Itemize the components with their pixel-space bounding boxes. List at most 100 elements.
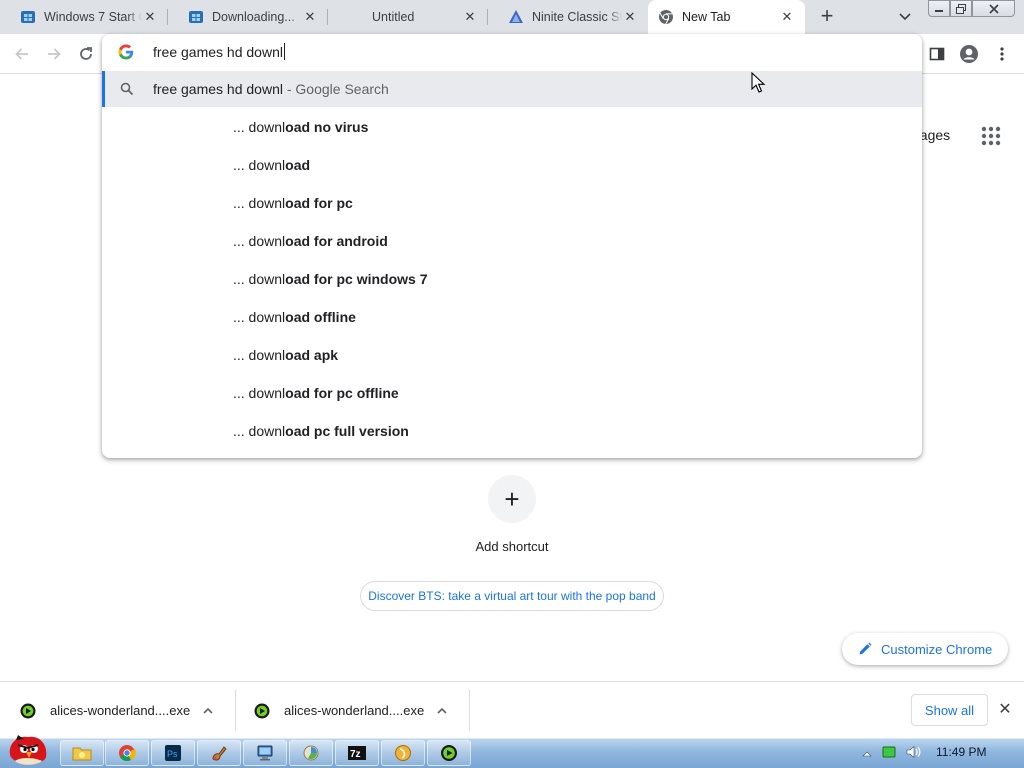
suggestion-prefix: ... downl xyxy=(233,195,286,211)
omnibox-dropdown: free games hd downl free games hd downl … xyxy=(102,34,922,458)
suggestion-completion: oad for pc xyxy=(285,195,353,211)
tab-title: Untitled xyxy=(372,10,415,24)
taskbar-photoshop-icon[interactable]: Ps xyxy=(151,740,195,766)
tab-new-tab[interactable]: New Tab ✕ xyxy=(648,0,805,34)
more-menu-icon[interactable] xyxy=(989,41,1015,67)
back-arrow-icon[interactable] xyxy=(10,42,34,66)
photoshop-label: Ps xyxy=(167,749,178,759)
omnibox-input-row[interactable]: free games hd downl xyxy=(102,34,922,70)
suggestion-prefix: ... downl xyxy=(233,347,286,363)
taskbar-chrome-icon[interactable] xyxy=(105,740,149,766)
omnibox-typed-text: free games hd downl xyxy=(153,44,283,60)
suggestion-prefix: ... downl xyxy=(233,309,286,325)
suggestion-completion: oad xyxy=(285,157,311,173)
suggestion-item[interactable]: ... download for pc windows 7 xyxy=(233,271,428,291)
close-window-icon[interactable] xyxy=(972,0,1015,17)
suggestion-item[interactable]: ... download no virus xyxy=(233,119,368,139)
suggestion-completion: oad offline xyxy=(285,309,356,325)
suggestion-item[interactable]: ... download for android xyxy=(233,233,388,253)
close-shelf-icon[interactable]: ✕ xyxy=(997,702,1013,718)
download-filename: alices-wonderland....exe xyxy=(284,703,425,718)
taskbar-explorer-icon[interactable] xyxy=(60,740,104,766)
suggestion-completion: oad for pc windows 7 xyxy=(285,271,428,287)
pencil-icon xyxy=(858,642,872,656)
show-all-downloads-button[interactable]: Show all xyxy=(911,694,988,726)
tab-ninite[interactable]: Ninite Classic Star ✕ xyxy=(488,0,648,34)
tab-close-icon[interactable]: ✕ xyxy=(779,9,795,25)
taskbar-computer-icon[interactable] xyxy=(243,740,287,766)
chevron-up-icon[interactable] xyxy=(434,703,450,719)
taskbar-media-icon[interactable] xyxy=(381,740,425,766)
tab-close-icon[interactable]: ✕ xyxy=(302,9,318,25)
promo-link[interactable]: Discover BTS: take a virtual art tour wi… xyxy=(360,581,664,611)
tab-untitled[interactable]: Untitled ✕ xyxy=(328,0,488,34)
suggestion-prefix: ... downl xyxy=(233,119,286,135)
tab-title: Ninite Classic Star xyxy=(532,10,622,24)
suggestion-prefix: ... downl xyxy=(233,423,286,439)
side-panel-icon[interactable] xyxy=(924,41,950,67)
taskbar-clock[interactable]: 11:49 PM xyxy=(936,745,986,759)
download-filename: alices-wonderland....exe xyxy=(50,703,191,718)
suggestion-prefix: ... downl xyxy=(233,385,286,401)
suggestion-item[interactable]: ... download xyxy=(233,157,310,177)
tab-downloading[interactable]: Downloading... ✕ xyxy=(168,0,328,34)
suggestion-item[interactable]: ... download pc full version xyxy=(233,423,409,443)
installer-file-icon xyxy=(254,703,270,719)
add-shortcut-button[interactable]: + xyxy=(488,475,536,523)
ninite-icon xyxy=(508,9,524,25)
suggestion-prefix: ... downl xyxy=(233,157,286,173)
download-shelf: alices-wonderland....exe alices-wonderla… xyxy=(0,681,1024,738)
taskbar-download-app-icon[interactable] xyxy=(427,740,471,766)
mouse-cursor-icon xyxy=(751,71,766,94)
reload-icon[interactable] xyxy=(74,42,98,66)
new-tab-button[interactable]: + xyxy=(815,5,839,29)
windows-site-icon xyxy=(20,9,36,25)
tab-close-icon[interactable]: ✕ xyxy=(622,9,638,25)
suggestion-prefix: ... downl xyxy=(233,233,286,249)
forward-arrow-icon[interactable] xyxy=(42,42,66,66)
google-apps-icon[interactable] xyxy=(979,124,1003,148)
divider xyxy=(469,690,470,731)
start-button-angry-bird-icon[interactable] xyxy=(4,731,52,768)
tab-close-icon[interactable]: ✕ xyxy=(462,9,478,25)
tab-windows7-start[interactable]: Windows 7 Start C ✕ xyxy=(0,0,168,34)
minimize-window-icon[interactable] xyxy=(928,0,950,17)
tray-status-icon[interactable] xyxy=(882,745,896,762)
suggestion-item[interactable]: ... download for pc offline xyxy=(233,385,399,405)
suggestion-completion: oad for android xyxy=(285,233,388,249)
show-hidden-icons-arrow-icon[interactable] xyxy=(862,746,872,761)
chevron-up-icon[interactable] xyxy=(200,703,216,719)
suggestion-item[interactable]: ... download for pc xyxy=(233,195,353,215)
window-controls xyxy=(928,0,1015,17)
suggestion-completion: oad apk xyxy=(285,347,339,363)
suggestion-item[interactable]: ... download offline xyxy=(233,309,356,329)
windows-site-icon xyxy=(188,9,204,25)
suggestion-hint: - Google Search xyxy=(282,81,389,97)
search-icon xyxy=(119,81,135,97)
restore-window-icon[interactable] xyxy=(950,0,972,17)
tab-search-chevron-icon[interactable] xyxy=(896,7,914,25)
taskbar-paint-icon[interactable] xyxy=(197,740,241,766)
suggestion-item[interactable]: ... download apk xyxy=(233,347,338,367)
customize-label: Customize Chrome xyxy=(881,641,993,657)
suggestion-google-search[interactable]: free games hd downl - Google Search xyxy=(102,71,922,107)
omnibox-input[interactable]: free games hd downl xyxy=(153,43,285,60)
suggestion-completion: oad pc full version xyxy=(285,423,409,439)
taskbar-control-panel-icon[interactable] xyxy=(289,740,333,766)
add-shortcut-label: Add shortcut xyxy=(475,539,549,554)
download-item[interactable]: alices-wonderland....exe xyxy=(236,682,470,739)
tab-title: Downloading... xyxy=(212,10,295,24)
profile-avatar-icon[interactable] xyxy=(956,41,982,67)
volume-icon[interactable] xyxy=(906,745,922,762)
chrome-icon xyxy=(658,9,674,25)
suggestion-completion: oad no virus xyxy=(285,119,369,135)
installer-file-icon xyxy=(20,703,36,719)
suggestion-prefix: ... downl xyxy=(233,271,286,287)
tab-title: New Tab xyxy=(682,10,731,24)
suggestion-query: free games hd downl xyxy=(153,81,283,97)
tab-close-icon[interactable]: ✕ xyxy=(142,9,158,25)
customize-chrome-button[interactable]: Customize Chrome xyxy=(842,633,1008,665)
tab-title: Windows 7 Start C xyxy=(44,10,142,24)
sevenzip-label: 7z xyxy=(350,749,361,760)
taskbar-7zip-icon[interactable]: 7z xyxy=(335,740,379,766)
